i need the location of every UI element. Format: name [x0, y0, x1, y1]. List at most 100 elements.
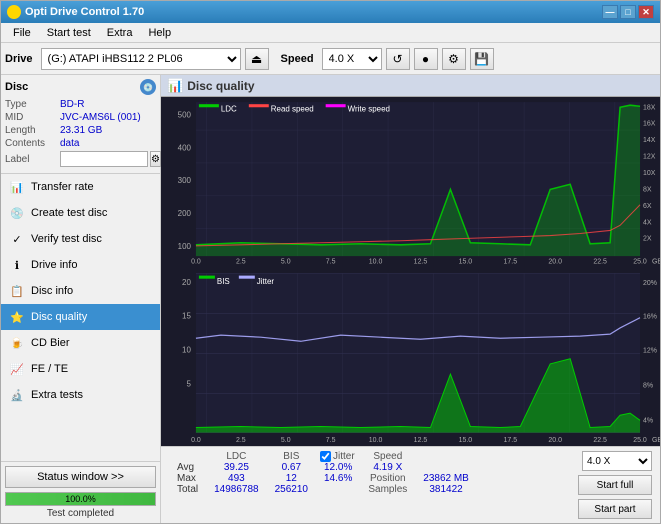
nav-disc-quality[interactable]: ⭐ Disc quality: [1, 304, 160, 330]
menu-start-test[interactable]: Start test: [39, 25, 99, 41]
disc-icon: 💿: [140, 79, 156, 95]
nav-verify-test-disc[interactable]: ✓ Verify test disc: [1, 226, 160, 252]
nav-verify-test-disc-label: Verify test disc: [31, 233, 102, 245]
svg-text:2.5: 2.5: [236, 257, 246, 265]
stats-table: LDC BIS Jitter Speed: [169, 451, 477, 495]
start-full-button[interactable]: Start full: [578, 475, 652, 495]
refresh-button[interactable]: ↺: [386, 48, 410, 70]
disc-contents-value: data: [60, 138, 79, 149]
disc-label-input[interactable]: [60, 151, 148, 167]
avg-label: Avg: [169, 462, 206, 473]
disc-mid-row: MID JVC-AMS6L (001): [5, 112, 156, 123]
nav-extra-tests[interactable]: 🔬 Extra tests: [1, 382, 160, 408]
nav-cd-bier[interactable]: 🍺 CD Bier: [1, 330, 160, 356]
jitter-checkbox[interactable]: [320, 451, 331, 462]
charts-svg: LDC Read speed Write speed 500 400 300 2…: [161, 97, 660, 446]
disc-label-btn[interactable]: ⚙: [150, 151, 161, 167]
svg-text:15: 15: [182, 312, 191, 321]
svg-text:16%: 16%: [643, 313, 658, 321]
nav-fe-te[interactable]: 📈 FE / TE: [1, 356, 160, 382]
start-part-button[interactable]: Start part: [578, 499, 652, 519]
menu-help[interactable]: Help: [140, 25, 179, 41]
close-button[interactable]: ✕: [638, 5, 654, 19]
minimize-button[interactable]: —: [602, 5, 618, 19]
stats-ldc-header: LDC: [206, 451, 267, 462]
svg-text:Write speed: Write speed: [348, 104, 390, 113]
drive-info-icon: ℹ: [9, 257, 25, 273]
chart-header-icon: 📊: [167, 78, 183, 94]
chart-title: Disc quality: [187, 79, 254, 93]
nav-create-test-disc[interactable]: 💿 Create test disc: [1, 200, 160, 226]
nav-items: 📊 Transfer rate 💿 Create test disc ✓ Ver…: [1, 174, 160, 408]
position-label: Position: [360, 473, 415, 484]
svg-text:500: 500: [178, 110, 192, 119]
svg-text:14X: 14X: [643, 136, 656, 144]
jitter-checkbox-cell: Jitter: [316, 451, 360, 462]
disc-info-icon: 📋: [9, 283, 25, 299]
avg-speed: 4.19 X: [360, 462, 415, 473]
svg-text:8%: 8%: [643, 381, 654, 389]
eject-button[interactable]: ⏏: [245, 48, 269, 70]
title-bar: Opti Drive Control 1.70 — □ ✕: [1, 1, 660, 23]
speed-select[interactable]: 4.0 X: [322, 48, 382, 70]
create-test-disc-icon: 💿: [9, 205, 25, 221]
burn-button[interactable]: ●: [414, 48, 438, 70]
stats-total-row: Total 14986788 256210 Samples 381422: [169, 484, 477, 495]
stats-bis-header: BIS: [267, 451, 316, 462]
extra-tests-icon: 🔬: [9, 387, 25, 403]
status-section: Status window >> 100.0% Test completed: [1, 461, 160, 523]
status-window-button[interactable]: Status window >>: [5, 466, 156, 488]
sidebar: Disc 💿 Type BD-R MID JVC-AMS6L (001) Len…: [1, 75, 161, 523]
nav-extra-tests-label: Extra tests: [31, 389, 83, 401]
verify-test-disc-icon: ✓: [9, 231, 25, 247]
nav-transfer-rate[interactable]: 📊 Transfer rate: [1, 174, 160, 200]
transfer-rate-icon: 📊: [9, 179, 25, 195]
svg-text:15.0: 15.0: [459, 257, 473, 265]
total-bis: 256210: [267, 484, 316, 495]
disc-section-title: Disc: [5, 81, 28, 93]
svg-text:7.5: 7.5: [326, 257, 336, 265]
settings-button[interactable]: ⚙: [442, 48, 466, 70]
drive-select[interactable]: (G:) ATAPI iHBS112 2 PL06: [41, 48, 241, 70]
charts-wrapper: LDC Read speed Write speed 500 400 300 2…: [161, 97, 660, 446]
maximize-button[interactable]: □: [620, 5, 636, 19]
speed-label: Speed: [281, 53, 314, 65]
total-label: Total: [169, 484, 206, 495]
disc-contents-row: Contents data: [5, 138, 156, 149]
svg-text:2.5: 2.5: [236, 436, 246, 444]
avg-jitter: 12.0%: [316, 462, 360, 473]
svg-text:16X: 16X: [643, 120, 656, 128]
save-button[interactable]: 💾: [470, 48, 494, 70]
menu-extra[interactable]: Extra: [99, 25, 141, 41]
disc-header: Disc 💿: [5, 79, 156, 95]
nav-transfer-rate-label: Transfer rate: [31, 181, 94, 193]
svg-text:0.0: 0.0: [191, 436, 201, 444]
nav-drive-info[interactable]: ℹ Drive info: [1, 252, 160, 278]
svg-text:10X: 10X: [643, 169, 656, 177]
avg-bis: 0.67: [267, 462, 316, 473]
svg-text:7.5: 7.5: [326, 436, 336, 444]
svg-text:GB: GB: [652, 436, 660, 444]
svg-text:10.0: 10.0: [369, 436, 383, 444]
max-label: Max: [169, 473, 206, 484]
progress-text: 100.0%: [6, 493, 155, 505]
disc-label-row: Label ⚙: [5, 151, 156, 167]
svg-text:BIS: BIS: [217, 277, 230, 286]
svg-text:100: 100: [178, 242, 192, 251]
fe-te-icon: 📈: [9, 361, 25, 377]
svg-text:4%: 4%: [643, 416, 654, 424]
svg-text:20.0: 20.0: [548, 436, 562, 444]
avg-ldc: 39.25: [206, 462, 267, 473]
nav-cd-bier-label: CD Bier: [31, 337, 70, 349]
disc-length-row: Length 23.31 GB: [5, 125, 156, 136]
chart-header: 📊 Disc quality: [161, 75, 660, 97]
menu-file[interactable]: File: [5, 25, 39, 41]
stats-avg-row: Avg 39.25 0.67 12.0% 4.19 X: [169, 462, 477, 473]
svg-text:Read speed: Read speed: [271, 104, 314, 113]
svg-text:GB: GB: [652, 257, 660, 265]
svg-text:0.0: 0.0: [191, 257, 201, 265]
nav-disc-info[interactable]: 📋 Disc info: [1, 278, 160, 304]
svg-text:10.0: 10.0: [369, 257, 383, 265]
stats-speed-select[interactable]: 4.0 X: [582, 451, 652, 471]
svg-text:12%: 12%: [643, 347, 658, 355]
